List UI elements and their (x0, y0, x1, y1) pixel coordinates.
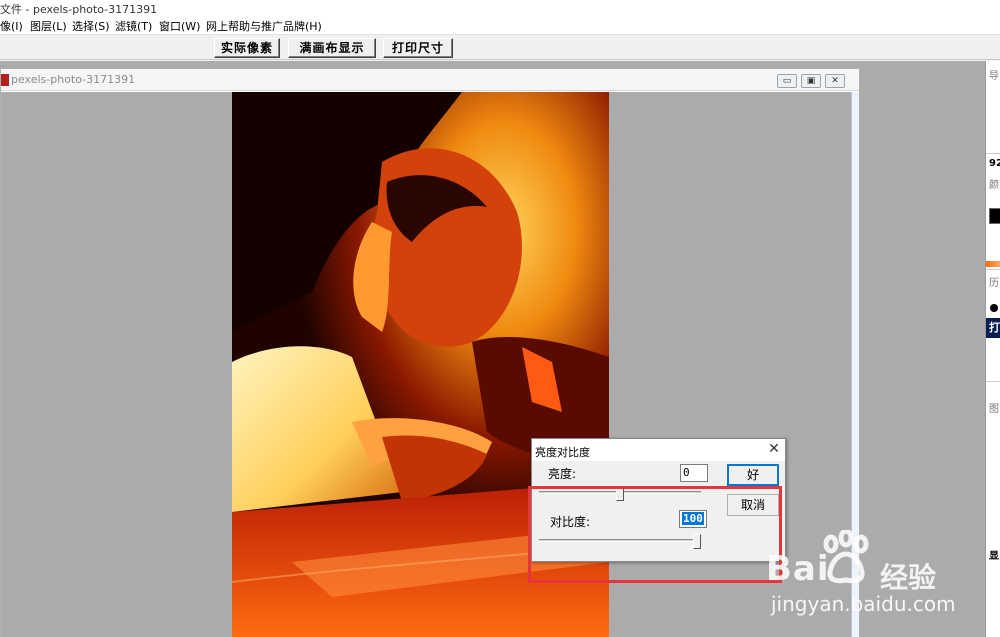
annotation-highlight-box (528, 486, 782, 583)
history-item-active[interactable]: 打 (986, 318, 1000, 338)
color-ramp[interactable] (986, 261, 1000, 267)
color-label: 颜 (989, 180, 999, 191)
display-label: 显 (989, 551, 999, 562)
print-size-button[interactable]: 打印尺寸 (383, 38, 453, 58)
layers-label: 图 (989, 404, 999, 415)
panel-divider (986, 153, 1000, 154)
ok-button[interactable]: 好 (727, 464, 779, 486)
restore-button[interactable]: ▣ (801, 74, 821, 88)
fit-canvas-button[interactable]: 满画布显示 (288, 38, 376, 58)
minimize-button[interactable]: ▭ (777, 74, 797, 88)
document-title: pexels-photo-3171391 (11, 73, 136, 86)
actual-pixels-button[interactable]: 实际像素 (214, 38, 280, 58)
navigator-label: 导 (989, 71, 999, 82)
menu-select[interactable]: 选择(S) (72, 18, 110, 34)
dialog-title-bar[interactable]: 亮度对比度 ✕ (532, 439, 785, 461)
toolbar: 实际像素 满画布显示 打印尺寸 (0, 35, 1000, 60)
menu-layer[interactable]: 图层(L) (30, 18, 67, 34)
menu-image[interactable]: 像(I) (0, 18, 23, 34)
brightness-input[interactable]: 0 (680, 464, 708, 482)
document-title-bar[interactable]: pexels-photo-3171391 ▭ ▣ ✕ (1, 69, 859, 91)
menu-filter[interactable]: 滤镜(T) (115, 18, 152, 34)
right-panel: 导 92 颜 历 打 图 显 (985, 61, 1000, 637)
dialog-title: 亮度对比度 (535, 446, 590, 459)
history-bullet-icon (990, 304, 998, 312)
foreground-color-swatch[interactable] (989, 208, 1000, 224)
zoom-readout: 92 (989, 158, 1000, 169)
brightness-value: 0 (683, 466, 690, 479)
history-label: 历 (989, 278, 999, 289)
menu-help[interactable]: 网上帮助与推广品牌(H) (206, 18, 322, 34)
watermark-brand: Bai (766, 549, 830, 589)
brightness-label: 亮度: (548, 467, 577, 481)
watermark-brand-cn: 经验 (880, 561, 937, 594)
watermark-url: jingyan.baidu.com (771, 592, 956, 616)
close-button[interactable]: ✕ (825, 74, 845, 88)
panel-divider (986, 269, 1000, 270)
app-title: 文件 - pexels-photo-3171391 (0, 3, 158, 16)
menu-bar: 像(I) 图层(L) 选择(S) 滤镜(T) 窗口(W) 网上帮助与推广品牌(H… (0, 17, 1000, 35)
menu-window[interactable]: 窗口(W) (159, 18, 200, 34)
close-icon[interactable]: ✕ (766, 441, 782, 457)
document-icon (1, 74, 9, 86)
app-title-bar: 文件 - pexels-photo-3171391 (0, 0, 1000, 17)
panel-divider (986, 381, 1000, 382)
